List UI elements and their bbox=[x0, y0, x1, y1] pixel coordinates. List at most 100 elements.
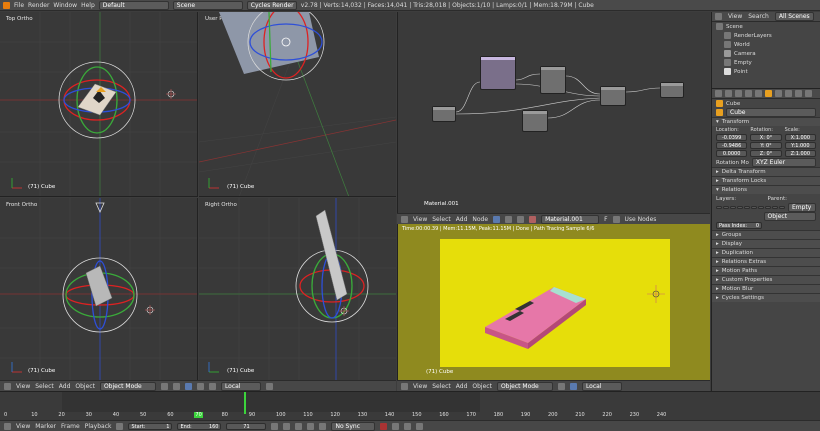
menu-add[interactable]: Add bbox=[456, 216, 468, 223]
world-icon[interactable] bbox=[517, 215, 525, 223]
sync-selector[interactable]: No Sync bbox=[331, 421, 376, 431]
record-icon[interactable] bbox=[380, 422, 388, 430]
rotate-icon[interactable] bbox=[208, 382, 216, 390]
editor-type-icon[interactable] bbox=[715, 90, 722, 97]
outliner-view-menu[interactable]: View bbox=[728, 13, 742, 20]
section-transform[interactable]: ▾ Transform bbox=[712, 117, 820, 126]
orientation-selector[interactable]: Local bbox=[581, 381, 622, 391]
keyset-icon[interactable] bbox=[392, 422, 400, 430]
viewport-front-ortho[interactable]: Front Ortho (71) Cube bbox=[0, 198, 198, 380]
section-delta-transform[interactable]: ▸ Delta Transform bbox=[712, 167, 820, 176]
shader-node-coord[interactable] bbox=[432, 106, 456, 122]
scale-z[interactable]: Z:1.000 bbox=[784, 150, 816, 157]
layer-buttons[interactable] bbox=[716, 206, 785, 209]
outliner-item-renderlayers[interactable]: RenderLayers bbox=[712, 31, 820, 40]
end-frame-field[interactable]: End: 160 bbox=[177, 422, 222, 430]
menu-render[interactable]: Render bbox=[28, 2, 49, 9]
display-mode-selector[interactable]: All Scenes bbox=[774, 12, 814, 21]
menu-playback[interactable]: Playback bbox=[85, 423, 112, 430]
scene-tab-icon[interactable] bbox=[745, 90, 752, 97]
location-x[interactable]: -0.0399 bbox=[716, 134, 748, 141]
current-frame-field[interactable]: 71 bbox=[226, 422, 267, 430]
viewport-right-ortho[interactable]: Right Ortho (71) Cube bbox=[199, 198, 396, 380]
shader-node-output[interactable] bbox=[600, 86, 626, 106]
render-engine-selector[interactable]: Cycles Render bbox=[246, 0, 297, 10]
section-relations[interactable]: ▾ Relations bbox=[712, 185, 820, 194]
constraints-tab-icon[interactable] bbox=[775, 90, 782, 97]
shader-node-value[interactable] bbox=[522, 110, 548, 132]
section-relations-extras[interactable]: ▸ Relations Extras bbox=[712, 257, 820, 266]
outliner-item-camera[interactable]: Camera bbox=[712, 49, 820, 58]
section-motion-paths[interactable]: ▸ Motion Paths bbox=[712, 266, 820, 275]
editor-type-icon[interactable] bbox=[401, 215, 408, 223]
rendered-viewport[interactable]: Time:00:00.39 | Mem:11.15M, Peak:11.15M … bbox=[397, 224, 710, 380]
object-name-field[interactable]: Cube bbox=[726, 108, 816, 117]
menu-add[interactable]: Add bbox=[456, 383, 468, 390]
layout-selector[interactable]: Default bbox=[98, 0, 169, 10]
viewport-user-persp[interactable]: User Persp (71) Cube bbox=[199, 12, 396, 197]
material-icon[interactable] bbox=[529, 215, 537, 223]
menu-select[interactable]: Select bbox=[35, 383, 54, 390]
outliner-item-scene[interactable]: Scene bbox=[712, 22, 820, 31]
pass-index-field[interactable]: Pass Index: 0 bbox=[716, 222, 762, 229]
jump-start-icon[interactable] bbox=[271, 422, 279, 430]
shader-node-texture[interactable] bbox=[540, 66, 566, 94]
location-z[interactable]: 0.0000 bbox=[716, 150, 748, 157]
material-tab-icon[interactable] bbox=[805, 90, 812, 97]
parent-field[interactable]: Empty bbox=[788, 203, 816, 212]
editor-type-icon[interactable] bbox=[4, 422, 11, 430]
section-groups[interactable]: ▸ Groups bbox=[712, 230, 820, 239]
object-icon[interactable] bbox=[505, 215, 513, 223]
shading-icon[interactable] bbox=[160, 382, 168, 390]
menu-help[interactable]: Help bbox=[81, 2, 95, 9]
rotation-x[interactable]: X: 0° bbox=[750, 134, 782, 141]
manipulator-icon[interactable] bbox=[569, 382, 577, 390]
mode-selector[interactable]: Object Mode bbox=[99, 381, 156, 391]
editor-type-icon[interactable] bbox=[715, 13, 722, 20]
outliner-item-world[interactable]: World bbox=[712, 40, 820, 49]
menu-frame[interactable]: Frame bbox=[61, 423, 80, 430]
current-frame-marker[interactable] bbox=[244, 392, 246, 414]
jump-end-icon[interactable] bbox=[319, 422, 327, 430]
range-icon[interactable] bbox=[116, 422, 124, 430]
outliner-item-empty[interactable]: Empty bbox=[712, 58, 820, 67]
menu-select[interactable]: Select bbox=[432, 383, 451, 390]
menu-view[interactable]: View bbox=[16, 423, 30, 430]
section-cycles-settings[interactable]: ▸ Cycles Settings bbox=[712, 293, 820, 302]
object-tab-icon[interactable] bbox=[765, 90, 772, 97]
section-custom-properties[interactable]: ▸ Custom Properties bbox=[712, 275, 820, 284]
layers-icon[interactable] bbox=[265, 382, 273, 390]
pivot-icon[interactable] bbox=[172, 382, 180, 390]
parent-type-selector[interactable]: Object bbox=[763, 212, 816, 221]
menu-view[interactable]: View bbox=[16, 383, 30, 390]
editor-type-icon[interactable] bbox=[4, 382, 11, 390]
world-tab-icon[interactable] bbox=[755, 90, 762, 97]
menu-marker[interactable]: Marker bbox=[35, 423, 56, 430]
render-tab-icon[interactable] bbox=[725, 90, 732, 97]
menu-view[interactable]: View bbox=[413, 216, 427, 223]
node-editor[interactable]: Material.001 bbox=[397, 12, 710, 213]
scale-x[interactable]: X:1.000 bbox=[784, 134, 816, 141]
location-y[interactable]: -0.9486 bbox=[716, 142, 748, 149]
shading-icon[interactable] bbox=[557, 382, 565, 390]
section-duplication[interactable]: ▸ Duplication bbox=[712, 248, 820, 257]
menu-view[interactable]: View bbox=[413, 383, 427, 390]
mode-selector[interactable]: Object Mode bbox=[496, 381, 553, 391]
menu-file[interactable]: File bbox=[14, 2, 24, 9]
prev-key-icon[interactable] bbox=[283, 422, 291, 430]
modifiers-tab-icon[interactable] bbox=[785, 90, 792, 97]
menu-object[interactable]: Object bbox=[75, 383, 95, 390]
orientation-selector[interactable]: Local bbox=[220, 381, 261, 391]
blender-icon[interactable] bbox=[3, 1, 10, 9]
section-display[interactable]: ▸ Display bbox=[712, 239, 820, 248]
manipulator-icon[interactable] bbox=[184, 382, 192, 390]
start-frame-field[interactable]: Start: 1 bbox=[128, 422, 173, 430]
menu-select[interactable]: Select bbox=[432, 216, 451, 223]
menu-object[interactable]: Object bbox=[472, 383, 492, 390]
menu-window[interactable]: Window bbox=[53, 2, 77, 9]
shader-type-icon[interactable] bbox=[493, 215, 501, 223]
material-selector[interactable]: Material.001 bbox=[541, 214, 600, 224]
menu-node[interactable]: Node bbox=[472, 216, 488, 223]
shader-node-mapping[interactable] bbox=[660, 82, 684, 98]
fake-user-button[interactable]: F bbox=[604, 216, 607, 223]
